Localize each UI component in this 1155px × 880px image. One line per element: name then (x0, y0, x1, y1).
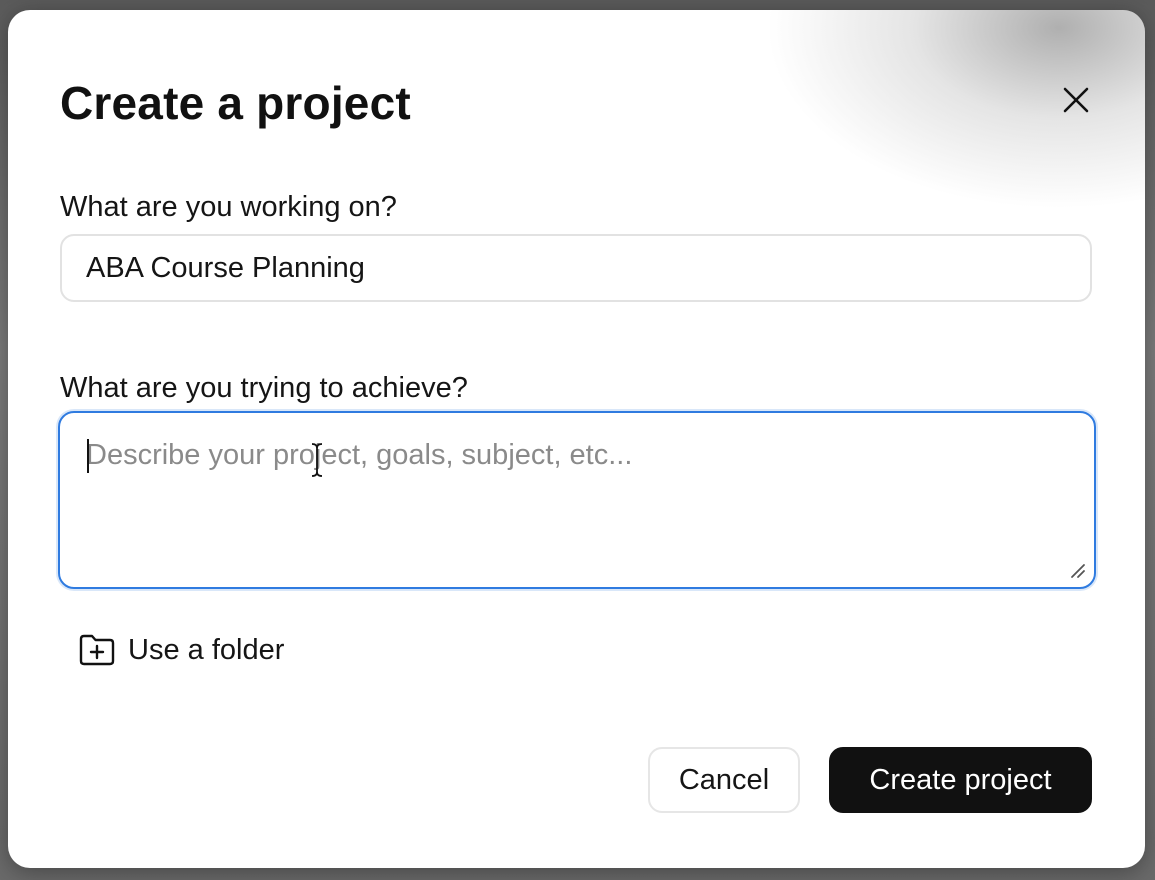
close-icon (1063, 87, 1089, 113)
project-name-label: What are you working on? (60, 191, 397, 223)
resize-handle-icon[interactable] (1068, 561, 1086, 579)
create-project-dialog: Create a project What are you working on… (8, 10, 1145, 868)
project-goal-field[interactable] (58, 411, 1096, 589)
text-cursor-icon (311, 443, 323, 477)
project-goal-label: What are you trying to achieve? (60, 372, 468, 404)
close-button[interactable] (1056, 80, 1096, 120)
cancel-button[interactable]: Cancel (648, 747, 800, 813)
dialog-title: Create a project (60, 77, 411, 129)
project-goal-textarea[interactable] (60, 413, 1094, 587)
project-name-input[interactable] (60, 234, 1092, 302)
use-folder-button[interactable]: Use a folder (78, 628, 284, 672)
text-caret (87, 439, 89, 473)
create-project-button[interactable]: Create project (829, 747, 1092, 813)
use-folder-label: Use a folder (128, 633, 285, 666)
folder-plus-icon (79, 634, 115, 666)
